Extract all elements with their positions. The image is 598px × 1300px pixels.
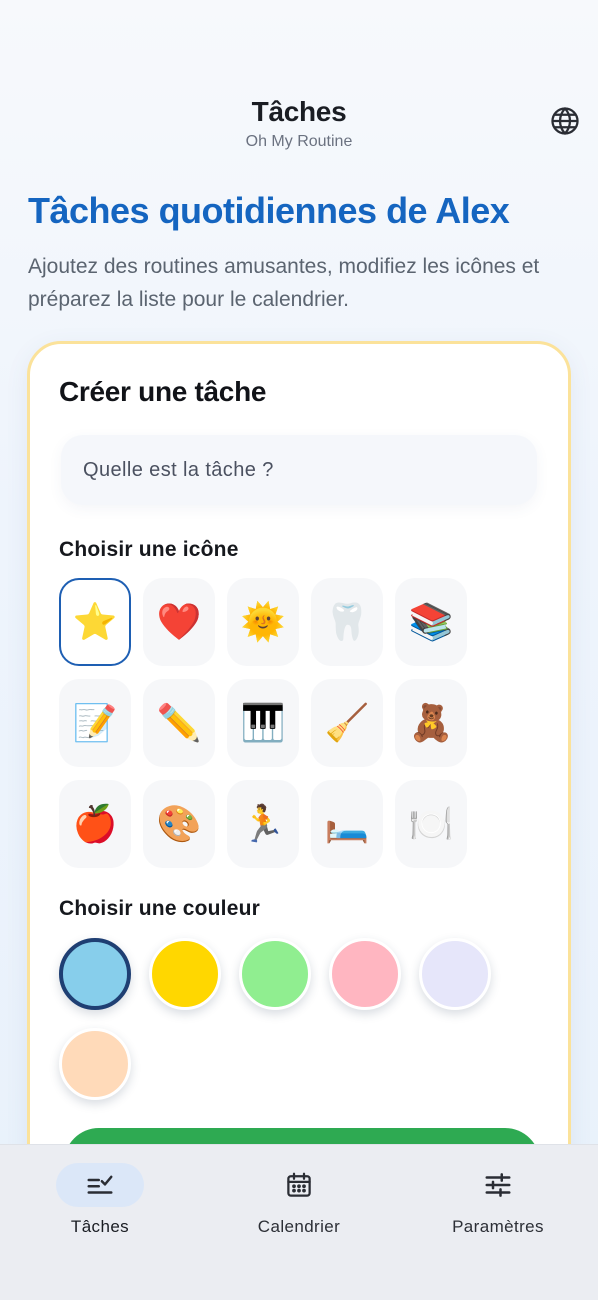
tab-taches-pill (56, 1163, 144, 1207)
icon-option-teddy-bear[interactable]: 🧸 (395, 679, 467, 767)
tab-taches-label: Tâches (70, 1217, 130, 1236)
icon-option-heart[interactable]: ❤️ (143, 578, 215, 666)
color-option-lavender[interactable] (419, 938, 491, 1010)
icon-option-star[interactable]: ⭐ (59, 578, 131, 666)
header-title: Tâches (251, 96, 347, 127)
icon-picker: ⭐ ❤️ 🌞 🦷 📚 📝 ✏️ 🎹 🧹 🧸 🍎 🎨 🏃 🛏️ 🍽️ (59, 578, 479, 868)
color-picker (59, 938, 539, 1108)
icon-section-label: Choisir une icône (59, 538, 239, 561)
task-name-input[interactable] (61, 435, 537, 505)
create-task-title: Créer une tâche (59, 376, 267, 407)
color-option-peach[interactable] (59, 1028, 131, 1100)
calendar-icon (287, 1172, 311, 1197)
color-section-label: Choisir une couleur (59, 897, 260, 920)
task-list-check-icon (87, 1175, 113, 1194)
icon-option-books[interactable]: 📚 (395, 578, 467, 666)
globe-icon (551, 107, 579, 135)
tab-taches[interactable]: Tâches (10, 1163, 190, 1243)
create-task-card: Créer une tâche Choisir une icône ⭐ ❤️ 🌞… (27, 341, 571, 1241)
icon-option-runner[interactable]: 🏃 (227, 780, 299, 868)
tab-parametres-pill (454, 1163, 542, 1207)
icon-option-piano[interactable]: 🎹 (227, 679, 299, 767)
color-option-green[interactable] (239, 938, 311, 1010)
bottom-tab-bar: Tâches Calendrier Paramètres (0, 1144, 598, 1300)
icon-option-plate[interactable]: 🍽️ (395, 780, 467, 868)
tab-calendrier-pill (255, 1163, 343, 1207)
page-title: Tâches quotidiennes de Alex (28, 190, 510, 231)
color-option-pink[interactable] (329, 938, 401, 1010)
language-button[interactable] (548, 104, 582, 138)
tab-calendrier[interactable]: Calendrier (209, 1163, 389, 1243)
sliders-icon (485, 1173, 511, 1197)
app-header: Tâches Oh My Routine (0, 0, 598, 170)
page-description: Ajoutez des routines amusantes, modifiez… (28, 255, 540, 311)
icon-option-tooth[interactable]: 🦷 (311, 578, 383, 666)
header-subtitle: Oh My Routine (245, 133, 353, 150)
icon-option-bed[interactable]: 🛏️ (311, 780, 383, 868)
icon-option-broom[interactable]: 🧹 (311, 679, 383, 767)
tab-calendrier-label: Calendrier (257, 1217, 341, 1236)
color-option-yellow[interactable] (149, 938, 221, 1010)
icon-option-pencil[interactable]: ✏️ (143, 679, 215, 767)
tab-parametres[interactable]: Paramètres (408, 1163, 588, 1243)
color-option-sky-blue[interactable] (59, 938, 131, 1010)
icon-option-apple[interactable]: 🍎 (59, 780, 131, 868)
tab-parametres-label: Paramètres (452, 1217, 544, 1236)
icon-option-memo[interactable]: 📝 (59, 679, 131, 767)
icon-option-palette[interactable]: 🎨 (143, 780, 215, 868)
icon-option-sun[interactable]: 🌞 (227, 578, 299, 666)
